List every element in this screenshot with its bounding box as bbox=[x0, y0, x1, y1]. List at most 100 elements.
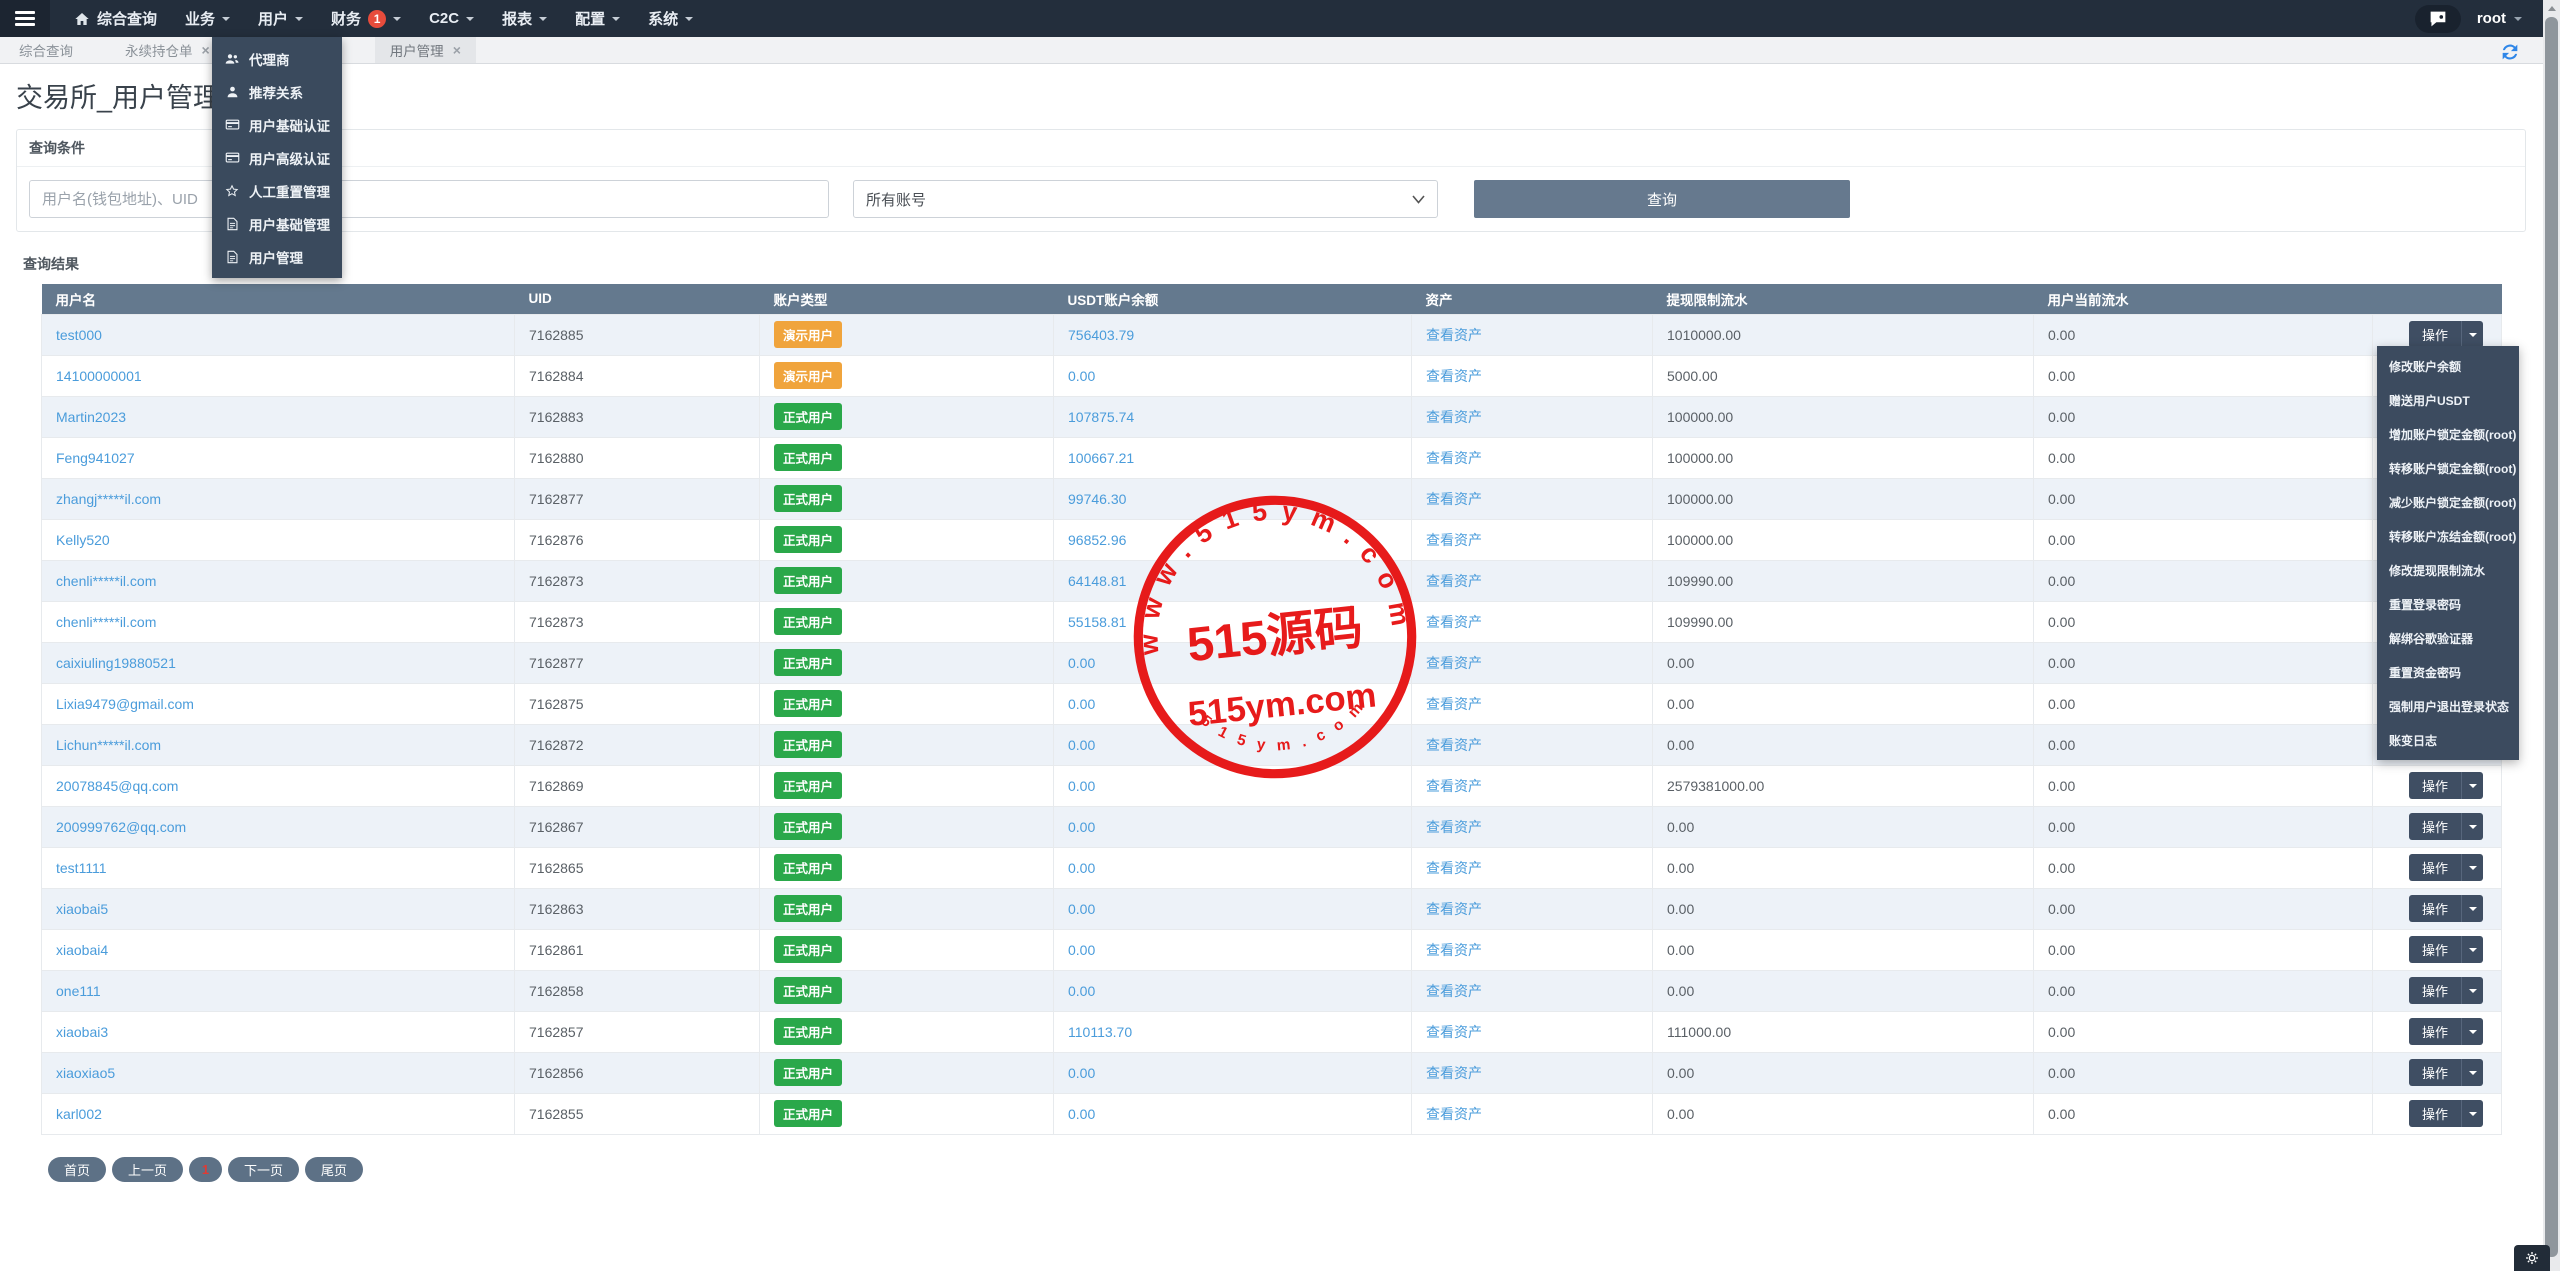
vertical-scrollbar[interactable] bbox=[2543, 0, 2560, 1271]
view-assets-link[interactable]: 查看资产 bbox=[1426, 901, 1482, 917]
nav-menu-item[interactable]: 用户 bbox=[244, 0, 317, 37]
dropdown-menu-item[interactable]: 用户高级认证 bbox=[212, 141, 342, 174]
action-dropdown-toggle[interactable] bbox=[2462, 1059, 2483, 1086]
action-menu-item[interactable]: 转移账户冻结金额(root) bbox=[2377, 519, 2519, 553]
nav-menu-item[interactable]: 系统 bbox=[634, 0, 707, 37]
view-assets-link[interactable]: 查看资产 bbox=[1426, 1065, 1482, 1081]
usdt-balance-link[interactable]: 0.00 bbox=[1068, 901, 1095, 917]
view-assets-link[interactable]: 查看资产 bbox=[1426, 1024, 1482, 1040]
view-assets-link[interactable]: 查看资产 bbox=[1426, 327, 1482, 343]
search-button[interactable]: 查询 bbox=[1474, 180, 1850, 218]
action-dropdown-toggle[interactable] bbox=[2462, 1018, 2483, 1045]
usdt-balance-link[interactable]: 0.00 bbox=[1068, 368, 1095, 384]
usdt-balance-link[interactable]: 756403.79 bbox=[1068, 327, 1134, 343]
nav-menu-item[interactable]: 综合查询 bbox=[60, 0, 171, 37]
view-assets-link[interactable]: 查看资产 bbox=[1426, 819, 1482, 835]
action-menu-item[interactable]: 重置资金密码 bbox=[2377, 655, 2519, 689]
page-first-button[interactable]: 首页 bbox=[48, 1156, 107, 1182]
action-menu-item[interactable]: 赠送用户USDT bbox=[2377, 383, 2519, 417]
tab[interactable]: 用户管理 × bbox=[374, 37, 476, 63]
page-prev-button[interactable]: 上一页 bbox=[112, 1156, 184, 1182]
action-button[interactable]: 操作 bbox=[2409, 1018, 2462, 1045]
usdt-balance-link[interactable]: 0.00 bbox=[1068, 942, 1095, 958]
view-assets-link[interactable]: 查看资产 bbox=[1426, 655, 1482, 671]
username-link[interactable]: chenli*****il.com bbox=[56, 573, 156, 589]
view-assets-link[interactable]: 查看资产 bbox=[1426, 1106, 1482, 1122]
usdt-balance-link[interactable]: 100667.21 bbox=[1068, 450, 1134, 466]
action-button[interactable]: 操作 bbox=[2409, 936, 2462, 963]
nav-menu-item[interactable]: 报表 bbox=[488, 0, 561, 37]
action-dropdown-toggle[interactable] bbox=[2462, 1100, 2483, 1127]
username-link[interactable]: 20078845@qq.com bbox=[56, 778, 178, 794]
user-account-dropdown[interactable]: root bbox=[2477, 10, 2522, 27]
action-menu-item[interactable]: 账变日志 bbox=[2377, 723, 2519, 757]
usdt-balance-link[interactable]: 0.00 bbox=[1068, 819, 1095, 835]
dropdown-menu-item[interactable]: 用户基础认证 bbox=[212, 108, 342, 141]
action-menu-item[interactable]: 强制用户退出登录状态 bbox=[2377, 689, 2519, 723]
view-assets-link[interactable]: 查看资产 bbox=[1426, 778, 1482, 794]
page-next-button[interactable]: 下一页 bbox=[228, 1156, 300, 1182]
usdt-balance-link[interactable]: 0.00 bbox=[1068, 655, 1095, 671]
usdt-balance-link[interactable]: 0.00 bbox=[1068, 1106, 1095, 1122]
action-button[interactable]: 操作 bbox=[2409, 1100, 2462, 1127]
search-input[interactable] bbox=[29, 180, 829, 218]
view-assets-link[interactable]: 查看资产 bbox=[1426, 532, 1482, 548]
username-link[interactable]: caixiuling19880521 bbox=[56, 655, 176, 671]
scrollbar-up-arrow-icon[interactable] bbox=[2543, 0, 2560, 17]
view-assets-link[interactable]: 查看资产 bbox=[1426, 573, 1482, 589]
view-assets-link[interactable]: 查看资产 bbox=[1426, 491, 1482, 507]
dropdown-menu-item[interactable]: 推荐关系 bbox=[212, 75, 342, 108]
sidebar-toggle-hamburger-icon[interactable] bbox=[0, 0, 50, 37]
usdt-balance-link[interactable]: 110113.70 bbox=[1068, 1024, 1132, 1040]
action-menu-item[interactable]: 减少账户锁定金额(root) bbox=[2377, 485, 2519, 519]
username-link[interactable]: zhangj*****il.com bbox=[56, 491, 161, 507]
usdt-balance-link[interactable]: 99746.30 bbox=[1068, 491, 1126, 507]
action-menu-item[interactable]: 转移账户锁定金额(root) bbox=[2377, 451, 2519, 485]
tab[interactable]: 综合查询 bbox=[4, 37, 88, 63]
usdt-balance-link[interactable]: 96852.96 bbox=[1068, 532, 1126, 548]
action-menu-item[interactable]: 解绑谷歌验证器 bbox=[2377, 621, 2519, 655]
dropdown-menu-item[interactable]: 代理商 bbox=[212, 42, 342, 75]
page-current-button[interactable]: 1 bbox=[189, 1156, 223, 1182]
nav-menu-item[interactable]: 业务 bbox=[171, 0, 244, 37]
view-assets-link[interactable]: 查看资产 bbox=[1426, 737, 1482, 753]
username-link[interactable]: chenli*****il.com bbox=[56, 614, 156, 630]
action-button[interactable]: 操作 bbox=[2409, 813, 2462, 840]
action-dropdown-toggle[interactable] bbox=[2462, 772, 2483, 799]
usdt-balance-link[interactable]: 0.00 bbox=[1068, 860, 1095, 876]
action-menu-item[interactable]: 增加账户锁定金额(root) bbox=[2377, 417, 2519, 451]
action-dropdown-toggle[interactable] bbox=[2462, 813, 2483, 840]
nav-menu-item[interactable]: 财务 1 bbox=[317, 0, 415, 37]
usdt-balance-link[interactable]: 0.00 bbox=[1068, 983, 1095, 999]
tab-close-icon[interactable]: × bbox=[453, 43, 461, 57]
username-link[interactable]: xiaoxiao5 bbox=[56, 1065, 115, 1081]
view-assets-link[interactable]: 查看资产 bbox=[1426, 409, 1482, 425]
view-assets-link[interactable]: 查看资产 bbox=[1426, 614, 1482, 630]
dropdown-menu-item[interactable]: 用户基础管理 bbox=[212, 207, 342, 240]
usdt-balance-link[interactable]: 64148.81 bbox=[1068, 573, 1126, 589]
action-menu-item[interactable]: 修改提现限制流水 bbox=[2377, 553, 2519, 587]
page-last-button[interactable]: 尾页 bbox=[305, 1156, 364, 1182]
action-menu-item[interactable]: 重置登录密码 bbox=[2377, 587, 2519, 621]
action-dropdown-toggle[interactable] bbox=[2462, 854, 2483, 881]
action-dropdown-toggle[interactable] bbox=[2462, 977, 2483, 1004]
username-link[interactable]: Lichun*****il.com bbox=[56, 737, 161, 753]
view-assets-link[interactable]: 查看资产 bbox=[1426, 942, 1482, 958]
settings-corner-button[interactable] bbox=[2514, 1245, 2550, 1271]
action-button[interactable]: 操作 bbox=[2409, 321, 2462, 348]
messages-button[interactable] bbox=[2414, 4, 2461, 33]
usdt-balance-link[interactable]: 0.00 bbox=[1068, 778, 1095, 794]
action-dropdown-toggle[interactable] bbox=[2462, 936, 2483, 963]
view-assets-link[interactable]: 查看资产 bbox=[1426, 983, 1482, 999]
view-assets-link[interactable]: 查看资产 bbox=[1426, 450, 1482, 466]
usdt-balance-link[interactable]: 0.00 bbox=[1068, 1065, 1095, 1081]
action-button[interactable]: 操作 bbox=[2409, 977, 2462, 1004]
usdt-balance-link[interactable]: 107875.74 bbox=[1068, 409, 1134, 425]
action-menu-item[interactable]: 修改账户余额 bbox=[2377, 349, 2519, 383]
username-link[interactable]: xiaobai4 bbox=[56, 942, 108, 958]
username-link[interactable]: Feng941027 bbox=[56, 450, 135, 466]
username-link[interactable]: Lixia9479@gmail.com bbox=[56, 696, 194, 712]
username-link[interactable]: karl002 bbox=[56, 1106, 102, 1122]
usdt-balance-link[interactable]: 0.00 bbox=[1068, 696, 1095, 712]
refresh-icon[interactable] bbox=[2499, 41, 2521, 63]
